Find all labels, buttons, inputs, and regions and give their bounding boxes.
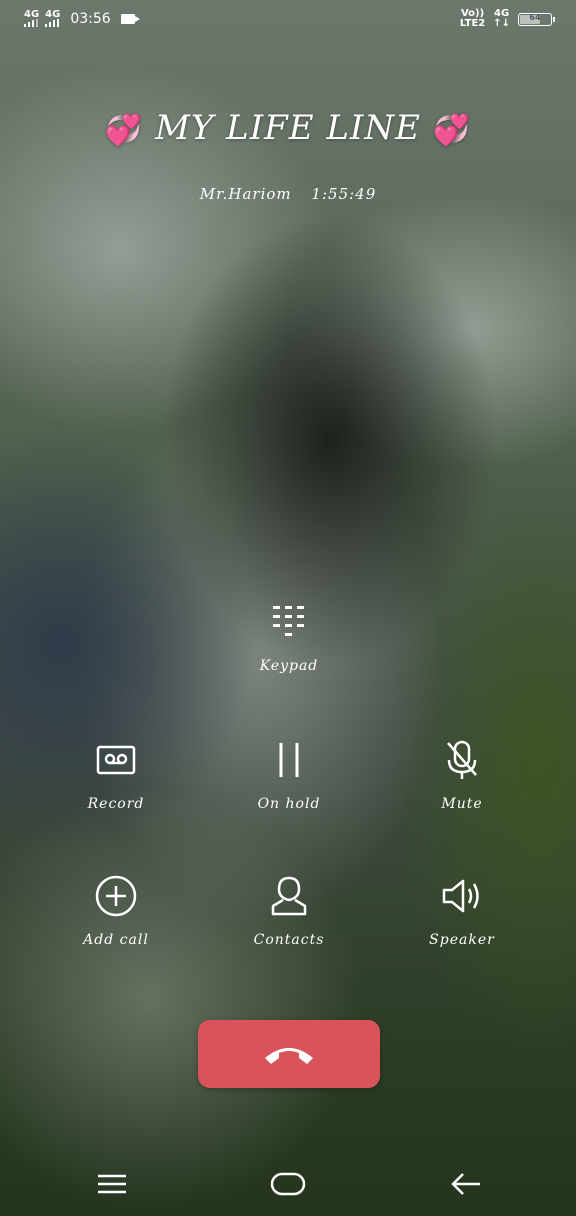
sim1-signal-bars-icon <box>24 19 38 27</box>
pause-icon <box>267 738 311 782</box>
battery-icon: 64 <box>518 12 555 26</box>
heart-icon: 💞 <box>104 112 144 148</box>
end-call-icon <box>265 1048 313 1064</box>
keypad-button[interactable]: Keypad <box>209 600 369 674</box>
call-info: Mr.Hariom 1:55:49 <box>0 185 576 203</box>
status-bar: 4G 4G 03:56 Vo)) LTE2 4G ↑↓ 64 <box>0 0 576 40</box>
record-button[interactable]: Record <box>36 738 196 812</box>
sim2-network-label: 4G <box>45 9 61 20</box>
add-call-button[interactable]: Add call <box>36 874 196 948</box>
navigation-bar <box>0 1150 576 1216</box>
mute-label: Mute <box>441 796 483 812</box>
add-call-label: Add call <box>83 932 149 948</box>
record-icon <box>94 738 138 782</box>
speaker-icon <box>440 874 484 918</box>
video-recording-icon <box>120 13 140 24</box>
back-button[interactable] <box>446 1168 486 1200</box>
status-left: 4G 4G 03:56 <box>24 10 140 27</box>
record-label: Record <box>87 796 145 812</box>
sim1-signal: 4G <box>24 10 39 27</box>
sim2-signal-bars-icon <box>45 19 60 27</box>
mute-mic-icon <box>440 738 484 782</box>
status-right: Vo)) LTE2 4G ↑↓ 64 <box>460 9 555 29</box>
contact-name: MY LIFE LINE <box>155 108 421 148</box>
contact-name-row: 💞 MY LIFE LINE 💞 <box>0 108 576 148</box>
speaker-label: Speaker <box>429 932 495 948</box>
call-duration: 1:55:49 <box>311 185 377 203</box>
caller-label: Mr.Hariom <box>199 185 292 203</box>
contacts-button[interactable]: Contacts <box>209 874 369 948</box>
sim1-network-label: 4G <box>24 9 40 20</box>
contacts-label: Contacts <box>253 932 325 948</box>
hold-button[interactable]: On hold <box>209 738 369 812</box>
heart-icon: 💞 <box>432 112 472 148</box>
home-button[interactable] <box>268 1168 308 1200</box>
menu-icon <box>98 1174 126 1194</box>
speaker-button[interactable]: Speaker <box>382 874 542 948</box>
home-icon <box>270 1172 306 1196</box>
contacts-icon <box>267 874 311 918</box>
data-arrows-icon: ↑↓ <box>493 18 510 29</box>
mute-button[interactable]: Mute <box>382 738 542 812</box>
clock: 03:56 <box>70 10 111 27</box>
keypad-label: Keypad <box>259 658 319 674</box>
sim2-signal: 4G <box>45 10 60 27</box>
end-call-button[interactable] <box>198 1020 380 1088</box>
add-call-icon <box>94 874 138 918</box>
menu-button[interactable] <box>92 1168 132 1200</box>
battery-level: 64 <box>529 12 541 22</box>
back-icon <box>451 1173 480 1195</box>
lte-label: LTE2 <box>459 18 486 29</box>
volte-indicator: Vo)) LTE2 <box>460 9 485 29</box>
keypad-icon <box>267 600 311 644</box>
data-indicator: 4G ↑↓ <box>493 9 510 29</box>
hold-label: On hold <box>257 796 321 812</box>
